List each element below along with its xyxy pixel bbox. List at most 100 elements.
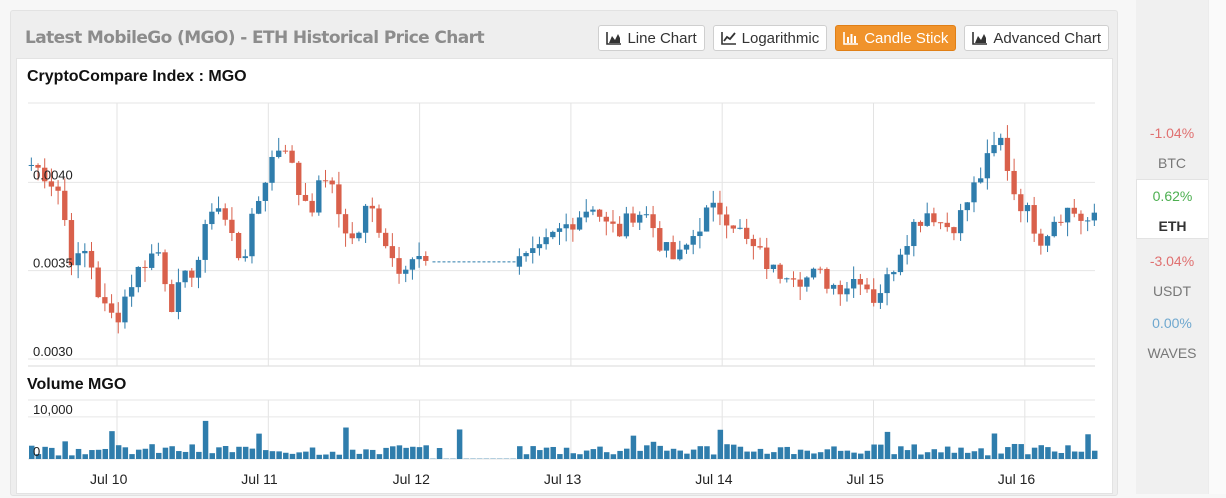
volume-bar bbox=[82, 454, 87, 459]
volume-bar bbox=[677, 451, 682, 459]
volume-bar bbox=[597, 447, 602, 459]
volume-bar bbox=[243, 447, 248, 459]
candle-body bbox=[323, 180, 328, 181]
candle-body bbox=[236, 233, 241, 258]
candle-body bbox=[864, 285, 869, 290]
candle-body bbox=[136, 267, 141, 287]
candle-body bbox=[283, 151, 288, 152]
sidebar-item-btc[interactable]: -1.04% BTC bbox=[1136, 117, 1208, 177]
volume-bar bbox=[89, 450, 94, 459]
candle-body bbox=[156, 252, 161, 253]
volume-bar bbox=[704, 446, 709, 459]
candle-body bbox=[744, 228, 749, 239]
volume-bar bbox=[604, 452, 609, 459]
candle-body bbox=[584, 212, 589, 218]
volume-bar bbox=[891, 454, 896, 459]
volume-bar bbox=[1079, 452, 1084, 459]
volume-bar bbox=[524, 454, 529, 459]
volume-bar bbox=[123, 447, 128, 459]
volume-bar bbox=[397, 445, 402, 459]
volume-bar bbox=[731, 445, 736, 459]
volume-bar bbox=[423, 445, 428, 459]
volume-bar bbox=[1052, 451, 1057, 459]
candle-body bbox=[543, 237, 548, 244]
volume-bar bbox=[838, 451, 843, 459]
candle-body bbox=[871, 289, 876, 303]
candle-body bbox=[1011, 171, 1016, 194]
volume-bar bbox=[905, 450, 910, 459]
logarithmic-button[interactable]: Logarithmic bbox=[713, 25, 828, 51]
candle-body bbox=[403, 270, 408, 274]
candle-body bbox=[1031, 205, 1036, 234]
advanced-chart-button[interactable]: Advanced Chart bbox=[964, 25, 1109, 51]
volume-bar bbox=[1072, 451, 1077, 459]
volume-bar bbox=[417, 447, 422, 459]
line-chart-button[interactable]: Line Chart bbox=[598, 25, 704, 51]
y-tick-label: 0.0040 bbox=[33, 167, 73, 182]
candle-body bbox=[804, 277, 809, 286]
volume-bar bbox=[203, 421, 208, 459]
x-tick-label: Jul 13 bbox=[544, 471, 582, 487]
change-percent: -1.04% bbox=[1136, 125, 1208, 141]
candle-body bbox=[838, 285, 843, 294]
candle-body bbox=[249, 214, 254, 256]
volume-bar bbox=[210, 453, 215, 459]
candle-body bbox=[797, 280, 802, 287]
candle-body bbox=[697, 232, 702, 236]
volume-bar bbox=[230, 452, 235, 459]
candle-body bbox=[958, 210, 963, 233]
candle-body bbox=[75, 253, 80, 265]
sidebar-item-usdt[interactable]: -3.04% USDT bbox=[1136, 245, 1208, 305]
candle-body bbox=[256, 201, 261, 214]
candle-body bbox=[717, 203, 722, 215]
line-chart-icon bbox=[721, 31, 737, 45]
candle-body bbox=[263, 183, 268, 201]
candle-body bbox=[116, 313, 121, 323]
volume-bar bbox=[577, 454, 582, 459]
volume-bar bbox=[390, 446, 395, 459]
volume-bar bbox=[1045, 447, 1050, 459]
volume-bar bbox=[818, 452, 823, 459]
candle-body bbox=[764, 248, 769, 269]
volume-bar bbox=[644, 445, 649, 459]
candle-body bbox=[911, 222, 916, 246]
candle-body bbox=[537, 244, 542, 248]
candle-body bbox=[884, 274, 889, 293]
candle-body bbox=[791, 278, 796, 279]
volume-chart-title: Volume MGO bbox=[27, 376, 126, 393]
volume-bar bbox=[938, 452, 943, 459]
currency-sidebar: -1.04% BTC 0.62% ETH -3.04% USDT 0.00% W… bbox=[1136, 0, 1208, 494]
volume-bar bbox=[878, 445, 883, 459]
candle-body bbox=[189, 271, 194, 278]
scrollbar-track[interactable] bbox=[1208, 0, 1226, 494]
candle-body bbox=[670, 242, 675, 259]
volume-bar bbox=[143, 449, 148, 459]
candle-body bbox=[630, 213, 635, 222]
candle-body bbox=[109, 303, 114, 312]
volume-bar bbox=[256, 434, 261, 459]
volume-bar bbox=[276, 451, 281, 459]
volume-bar bbox=[550, 447, 555, 459]
sidebar-item-eth[interactable]: 0.62% ETH bbox=[1136, 179, 1208, 239]
candle-stick-button[interactable]: Candle Stick bbox=[835, 25, 956, 51]
candle-body bbox=[530, 248, 535, 253]
volume-bar bbox=[744, 452, 749, 459]
candle-body bbox=[162, 252, 167, 284]
volume-bar bbox=[1032, 448, 1037, 459]
volume-bar bbox=[337, 455, 342, 459]
candle-body bbox=[383, 233, 388, 246]
volume-bar bbox=[758, 449, 763, 459]
chart-type-toolbar: Line Chart Logarithmic Candle Stick Adva… bbox=[598, 25, 1109, 51]
volume-bar bbox=[149, 444, 154, 459]
volume-bar bbox=[564, 448, 569, 459]
volume-bar bbox=[784, 447, 789, 459]
candle-body bbox=[711, 203, 716, 208]
volume-bar bbox=[945, 447, 950, 459]
volume-bar bbox=[357, 454, 362, 459]
candle-body bbox=[149, 254, 154, 268]
x-tick-label: Jul 15 bbox=[847, 471, 885, 487]
candle-body bbox=[624, 213, 629, 236]
candle-body bbox=[1058, 222, 1063, 223]
candle-body bbox=[637, 215, 642, 223]
sidebar-item-waves[interactable]: 0.00% WAVES bbox=[1136, 307, 1208, 367]
